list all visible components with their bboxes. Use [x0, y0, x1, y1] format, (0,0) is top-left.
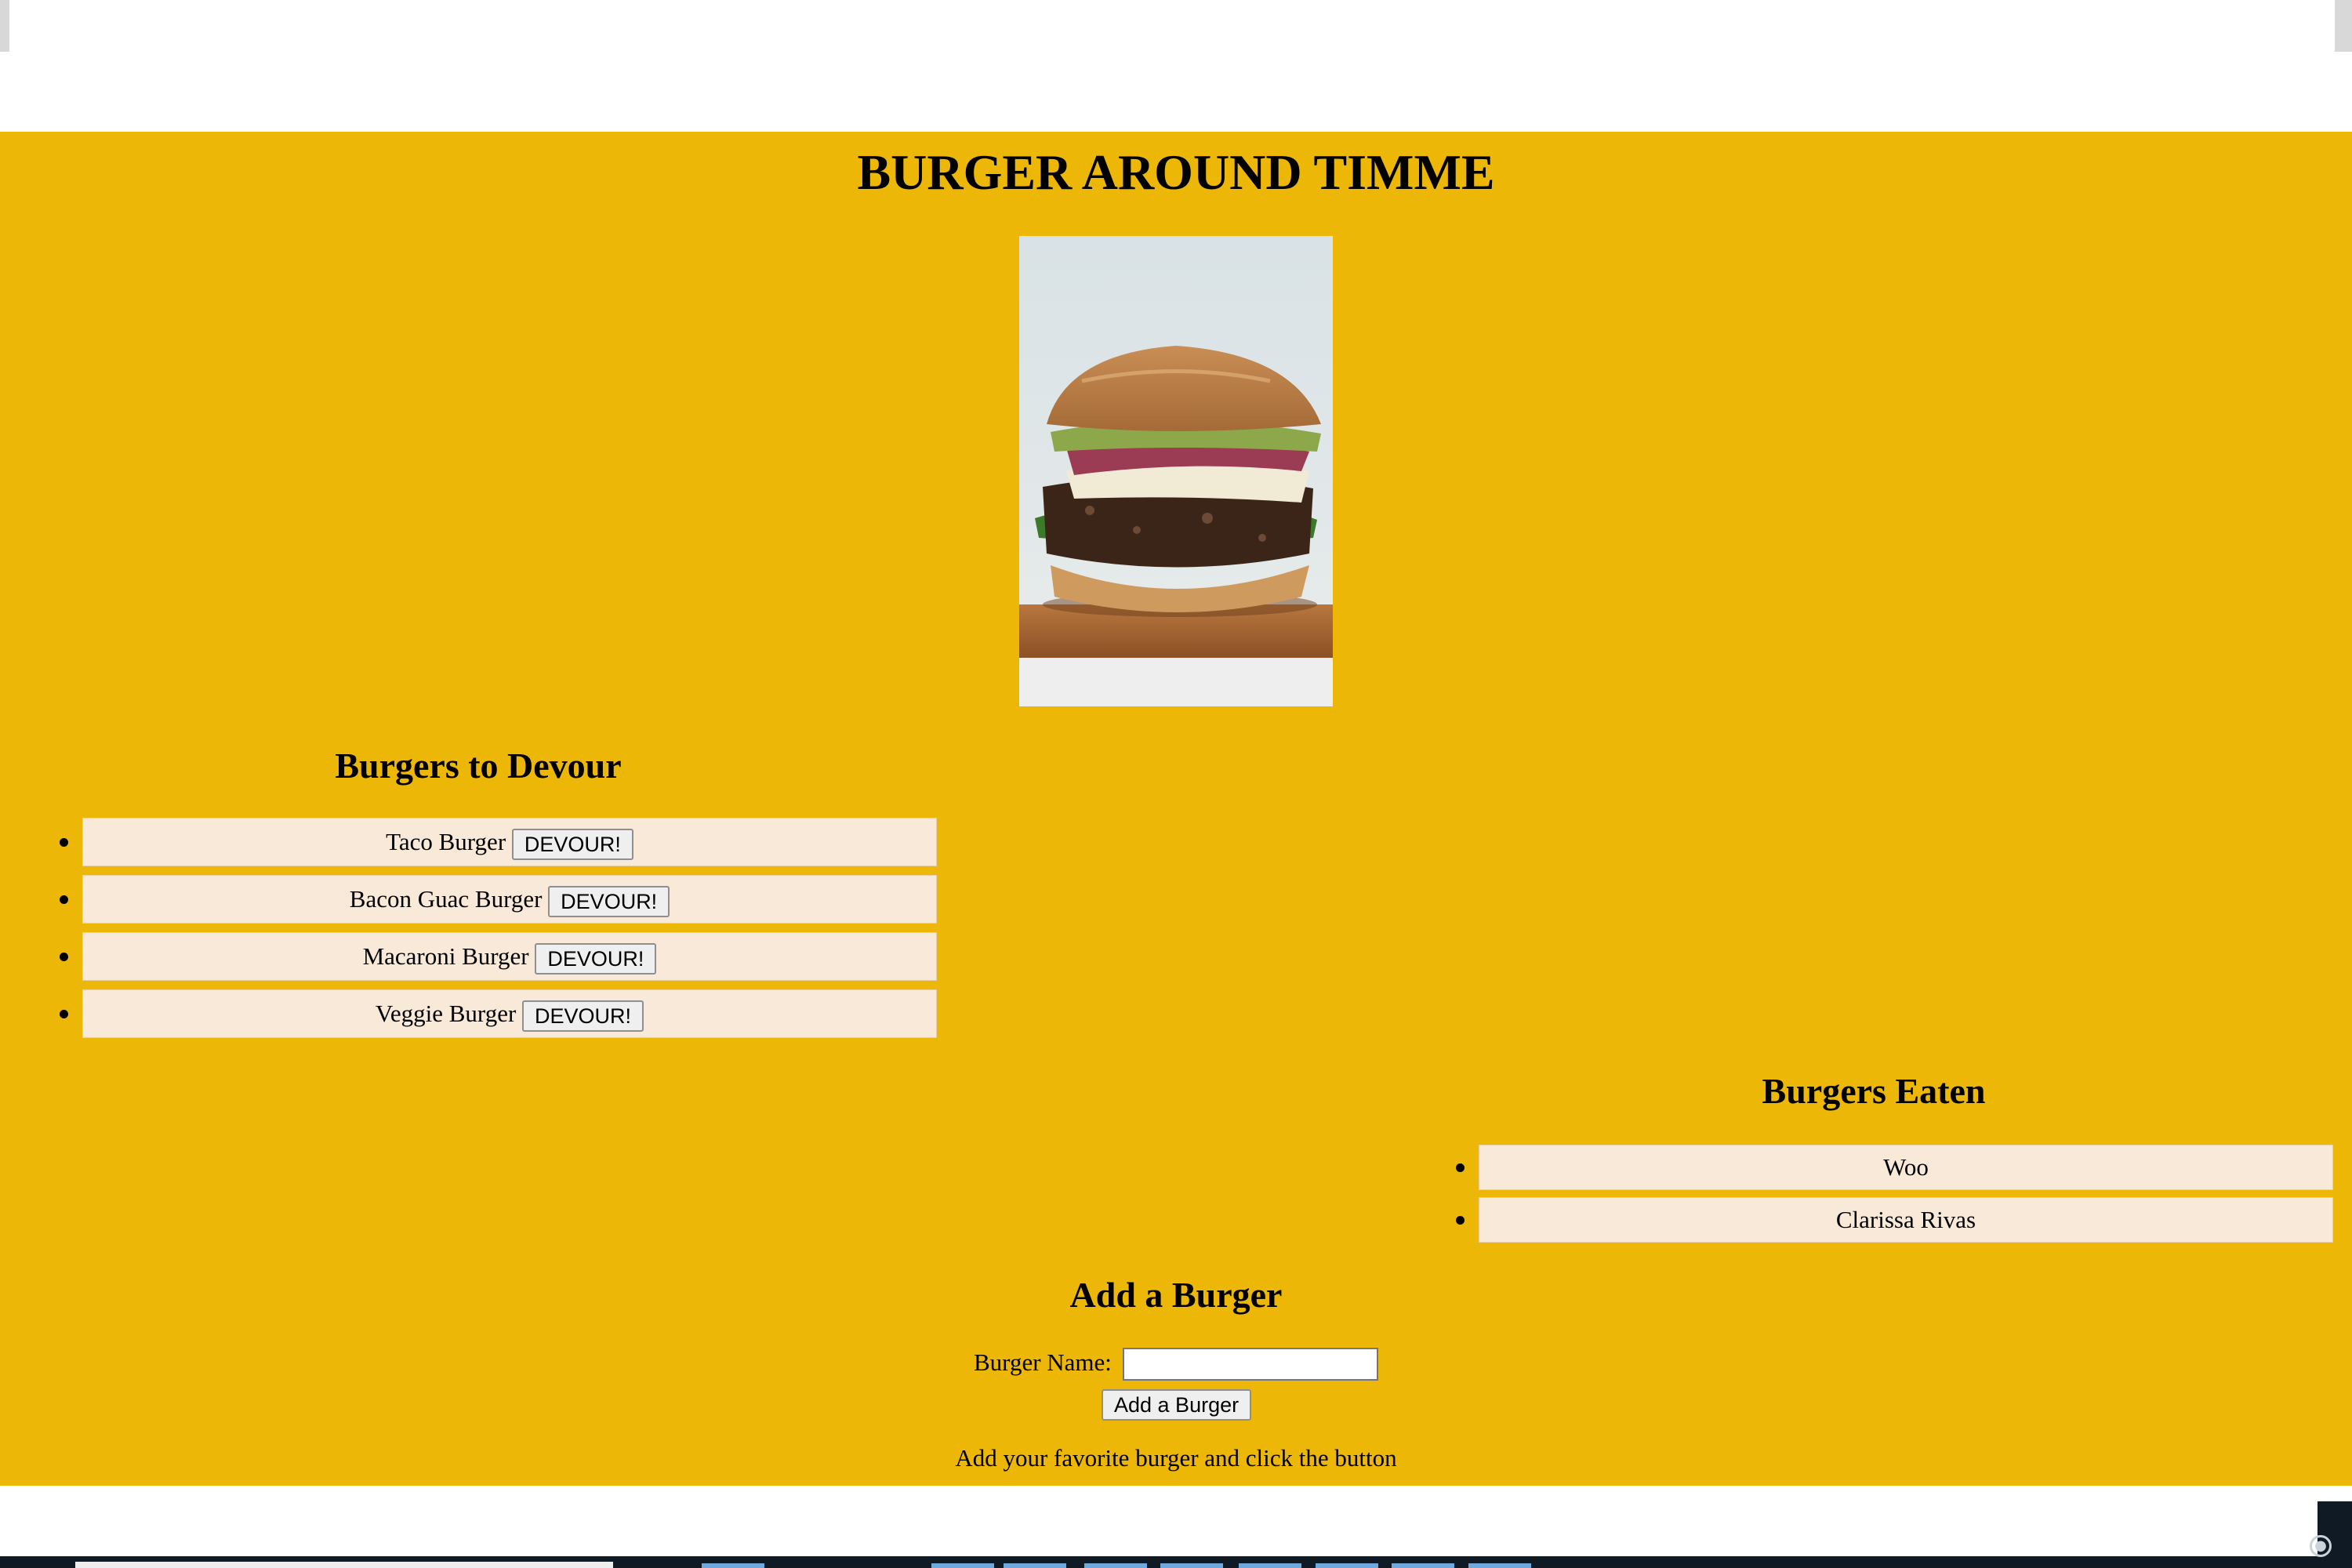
list-item: Bacon Guac Burger DEVOUR! [60, 875, 937, 924]
bullet-icon [1456, 1163, 1465, 1172]
add-burger-button[interactable]: Add a Burger [1102, 1389, 1252, 1421]
burger-name: Woo [1883, 1153, 1929, 1181]
devour-button[interactable]: DEVOUR! [535, 942, 657, 975]
eaten-list: Woo Clarissa Rivas [1456, 1145, 2333, 1250]
list-item: Clarissa Rivas [1456, 1197, 2333, 1243]
bullet-icon [60, 1010, 68, 1018]
bullet-icon [60, 838, 68, 847]
taskbar-item[interactable] [1160, 1563, 1223, 1568]
list-item: Macaroni Burger DEVOUR! [60, 932, 937, 981]
bullet-icon [1456, 1216, 1465, 1225]
devour-button[interactable]: DEVOUR! [522, 1000, 644, 1032]
window-edge-right [2335, 0, 2352, 52]
taskbar-item[interactable] [1004, 1563, 1066, 1568]
devour-section-title: Burgers to Devour [335, 746, 622, 786]
burger-name-input[interactable] [1123, 1348, 1378, 1381]
burger-name: Macaroni Burger [362, 942, 529, 970]
notification-icon[interactable]: ● [2310, 1535, 2332, 1557]
devour-button[interactable]: DEVOUR! [511, 828, 633, 860]
burger-name: Clarissa Rivas [1835, 1206, 1976, 1233]
bullet-icon [60, 895, 68, 904]
devour-list: Taco Burger DEVOUR! Bacon Guac Burger DE… [60, 818, 937, 1047]
burger-name: Bacon Guac Burger [349, 885, 543, 913]
window-edge-left [0, 0, 9, 52]
burger-image [1019, 236, 1333, 706]
taskbar-item[interactable] [1316, 1563, 1378, 1568]
taskbar-item[interactable] [1468, 1563, 1531, 1568]
eaten-section-title: Burgers Eaten [1762, 1071, 1986, 1111]
list-item: Woo [1456, 1145, 2333, 1190]
burger-name-label: Burger Name: [974, 1348, 1112, 1376]
add-burger-title: Add a Burger [1069, 1275, 1283, 1315]
form-hint: Add your favorite burger and click the b… [955, 1444, 1397, 1472]
burger-name: Taco Burger [386, 828, 506, 855]
list-item: Taco Burger DEVOUR! [60, 818, 937, 866]
list-item: Veggie Burger DEVOUR! [60, 989, 937, 1038]
burger-name: Veggie Burger [375, 1000, 517, 1027]
browser-top-area [0, 0, 2352, 132]
taskbar-item[interactable] [702, 1563, 764, 1568]
devour-button[interactable]: DEVOUR! [548, 885, 670, 917]
taskbar-search-box[interactable] [75, 1562, 613, 1568]
taskbar-item[interactable] [931, 1563, 994, 1568]
page-title: BURGER AROUND TIMME [857, 144, 1495, 200]
bullet-icon [60, 953, 68, 961]
taskbar-item[interactable] [1239, 1563, 1301, 1568]
taskbar-item[interactable] [1084, 1563, 1147, 1568]
taskbar-item[interactable] [1392, 1563, 1454, 1568]
